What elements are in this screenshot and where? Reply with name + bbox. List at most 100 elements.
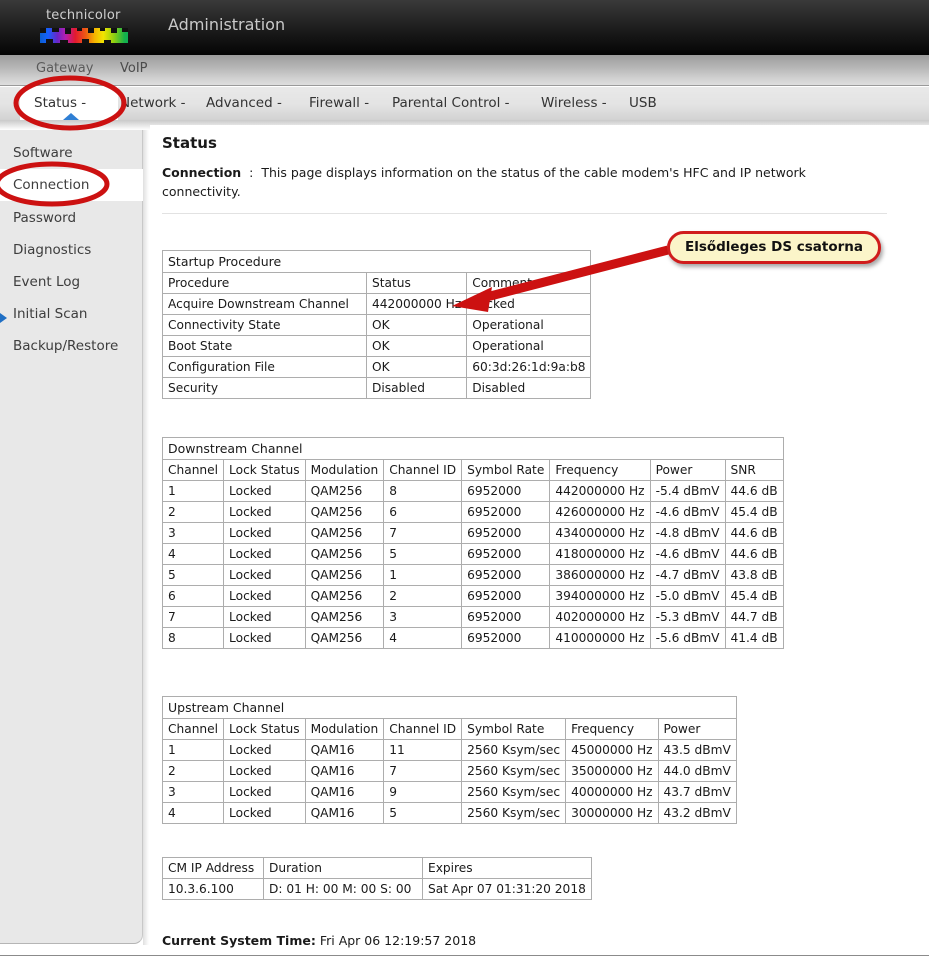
sidebar-item-event-log[interactable]: Event Log <box>0 266 143 298</box>
administration-title: Administration <box>168 15 286 34</box>
page-title: Status <box>162 134 217 152</box>
cell-snr: 44.7 dB <box>724 606 784 628</box>
cell-lock-status: Locked <box>223 606 306 628</box>
cell-snr: 45.4 dB <box>724 585 784 607</box>
logo-notch <box>40 28 46 33</box>
logo-notch <box>104 40 111 43</box>
cell-status: 442000000 Hz <box>365 293 468 315</box>
cell-status: OK <box>365 335 468 357</box>
table-row: Security Disabled Disabled <box>162 377 592 399</box>
column-header-modulation: Modulation <box>304 459 385 481</box>
cell-procedure: Configuration File <box>162 356 367 378</box>
current-system-time-value: Fri Apr 06 12:19:57 2018 <box>319 933 477 948</box>
cell-power: -4.7 dBmV <box>649 564 726 586</box>
cell-power: -5.3 dBmV <box>649 606 726 628</box>
table-title-row: Startup Procedure <box>161 250 592 273</box>
cell-power: -5.0 dBmV <box>649 585 726 607</box>
sidebar-item-diagnostics[interactable]: Diagnostics <box>0 234 143 266</box>
cell-cm-ip-address: 10.3.6.100 <box>162 878 264 900</box>
menu-item-status[interactable]: Status - <box>34 95 86 111</box>
cell-frequency: 386000000 Hz <box>549 564 651 586</box>
logo-notch <box>65 28 71 34</box>
logo-notch <box>111 28 117 33</box>
downstream-table-title: Downstream Channel <box>162 437 784 460</box>
menu-item-usb[interactable]: USB <box>629 95 657 111</box>
top-nav-item-voip[interactable]: VoIP <box>120 61 148 76</box>
column-header-channel-id: Channel ID <box>383 459 463 481</box>
cell-lock-status: Locked <box>223 501 306 523</box>
top-brand-bar: technicolor Administration <box>0 0 929 55</box>
column-header-lock-status: Lock Status <box>223 459 306 481</box>
cell-symbol-rate: 6952000 <box>461 606 551 628</box>
cell-symbol-rate: 6952000 <box>461 627 551 649</box>
cell-lock-status: Locked <box>223 585 306 607</box>
browser-page: technicolor Administration Gateway VoIP … <box>0 0 929 959</box>
cell-procedure: Security <box>162 377 367 399</box>
menu-item-network[interactable]: Network - <box>120 95 186 111</box>
cell-lock-status: Locked <box>223 480 306 502</box>
column-header-power: Power <box>657 718 737 740</box>
cell-symbol-rate: 6952000 <box>461 501 551 523</box>
cell-modulation: QAM16 <box>304 739 385 761</box>
menu-item-wireless[interactable]: Wireless - <box>541 95 607 111</box>
page-description-label: Connection <box>162 165 242 180</box>
cell-channel: 5 <box>161 564 225 586</box>
cell-frequency: 30000000 Hz <box>565 802 659 824</box>
startup-procedure-table: Startup Procedure Procedure Status Comme… <box>161 250 592 399</box>
table-row: Configuration File OK 60:3d:26:1d:9a:b8 <box>162 356 592 378</box>
cell-frequency: 442000000 Hz <box>549 480 651 502</box>
active-tab-caret-icon <box>63 113 79 120</box>
column-header-power: Power <box>649 459 726 481</box>
table-row: 6 Locked QAM256 2 6952000 394000000 Hz -… <box>161 585 784 607</box>
sidebar-item-initial-scan[interactable]: Initial Scan <box>0 298 143 330</box>
cell-channel: 2 <box>161 760 225 782</box>
sidebar-item-password[interactable]: Password <box>0 202 143 234</box>
cell-power: 43.7 dBmV <box>657 781 737 803</box>
column-header-status: Status <box>365 272 468 294</box>
technicolor-logo-wordmark: technicolor <box>46 8 121 23</box>
sidebar-item-backup-restore[interactable]: Backup/Restore <box>0 330 143 362</box>
cell-channel-id: 7 <box>383 522 463 544</box>
cell-comment: Disabled <box>466 377 592 399</box>
sidebar-item-software[interactable]: Software <box>0 137 143 169</box>
menu-item-advanced[interactable]: Advanced - <box>206 95 282 111</box>
cell-duration: D: 01 H: 00 M: 00 S: 00 <box>263 878 423 900</box>
table-row: 3 Locked QAM256 7 6952000 434000000 Hz -… <box>161 522 784 544</box>
table-header-row: Channel Lock Status Modulation Channel I… <box>161 718 737 740</box>
table-row: 5 Locked QAM256 1 6952000 386000000 Hz -… <box>161 564 784 586</box>
cell-modulation: QAM256 <box>304 585 385 607</box>
cell-channel-id: 5 <box>383 543 463 565</box>
table-row: 1 Locked QAM16 11 2560 Ksym/sec 45000000… <box>161 739 737 761</box>
cell-modulation: QAM256 <box>304 501 385 523</box>
page-description-separator <box>241 165 249 180</box>
cell-channel: 4 <box>161 543 225 565</box>
column-header-channel: Channel <box>161 718 225 740</box>
table-row: 7 Locked QAM256 3 6952000 402000000 Hz -… <box>161 606 784 628</box>
top-nav-item-gateway[interactable]: Gateway <box>36 61 93 76</box>
technicolor-logo[interactable]: technicolor <box>38 6 130 48</box>
sidebar-active-marker-icon <box>0 313 7 323</box>
cell-modulation: QAM256 <box>304 606 385 628</box>
cell-channel-id: 5 <box>383 802 463 824</box>
cell-modulation: QAM16 <box>304 781 385 803</box>
table-header-row: CM IP Address Duration Expires <box>162 857 592 879</box>
cell-procedure: Acquire Downstream Channel <box>162 293 367 315</box>
table-header-row: Procedure Status Comment <box>162 272 592 294</box>
sidebar-item-connection[interactable]: Connection <box>0 169 143 201</box>
table-row: 10.3.6.100 D: 01 H: 00 M: 00 S: 00 Sat A… <box>162 878 592 900</box>
cell-snr: 44.6 dB <box>724 543 784 565</box>
column-header-comment: Comment <box>466 272 592 294</box>
cell-comment: Locked <box>466 293 592 315</box>
cell-expires: Sat Apr 07 01:31:20 2018 <box>422 878 592 900</box>
cell-frequency: 45000000 Hz <box>565 739 659 761</box>
logo-notch <box>82 39 89 43</box>
column-header-channel-id: Channel ID <box>383 718 463 740</box>
cell-channel: 4 <box>161 802 225 824</box>
table-row: Boot State OK Operational <box>162 335 592 357</box>
cell-frequency: 426000000 Hz <box>549 501 651 523</box>
menu-item-firewall[interactable]: Firewall - <box>309 95 369 111</box>
cell-channel: 8 <box>161 627 225 649</box>
cell-symbol-rate: 6952000 <box>461 543 551 565</box>
menu-item-parental-control[interactable]: Parental Control - <box>392 95 510 111</box>
cell-channel: 2 <box>161 501 225 523</box>
